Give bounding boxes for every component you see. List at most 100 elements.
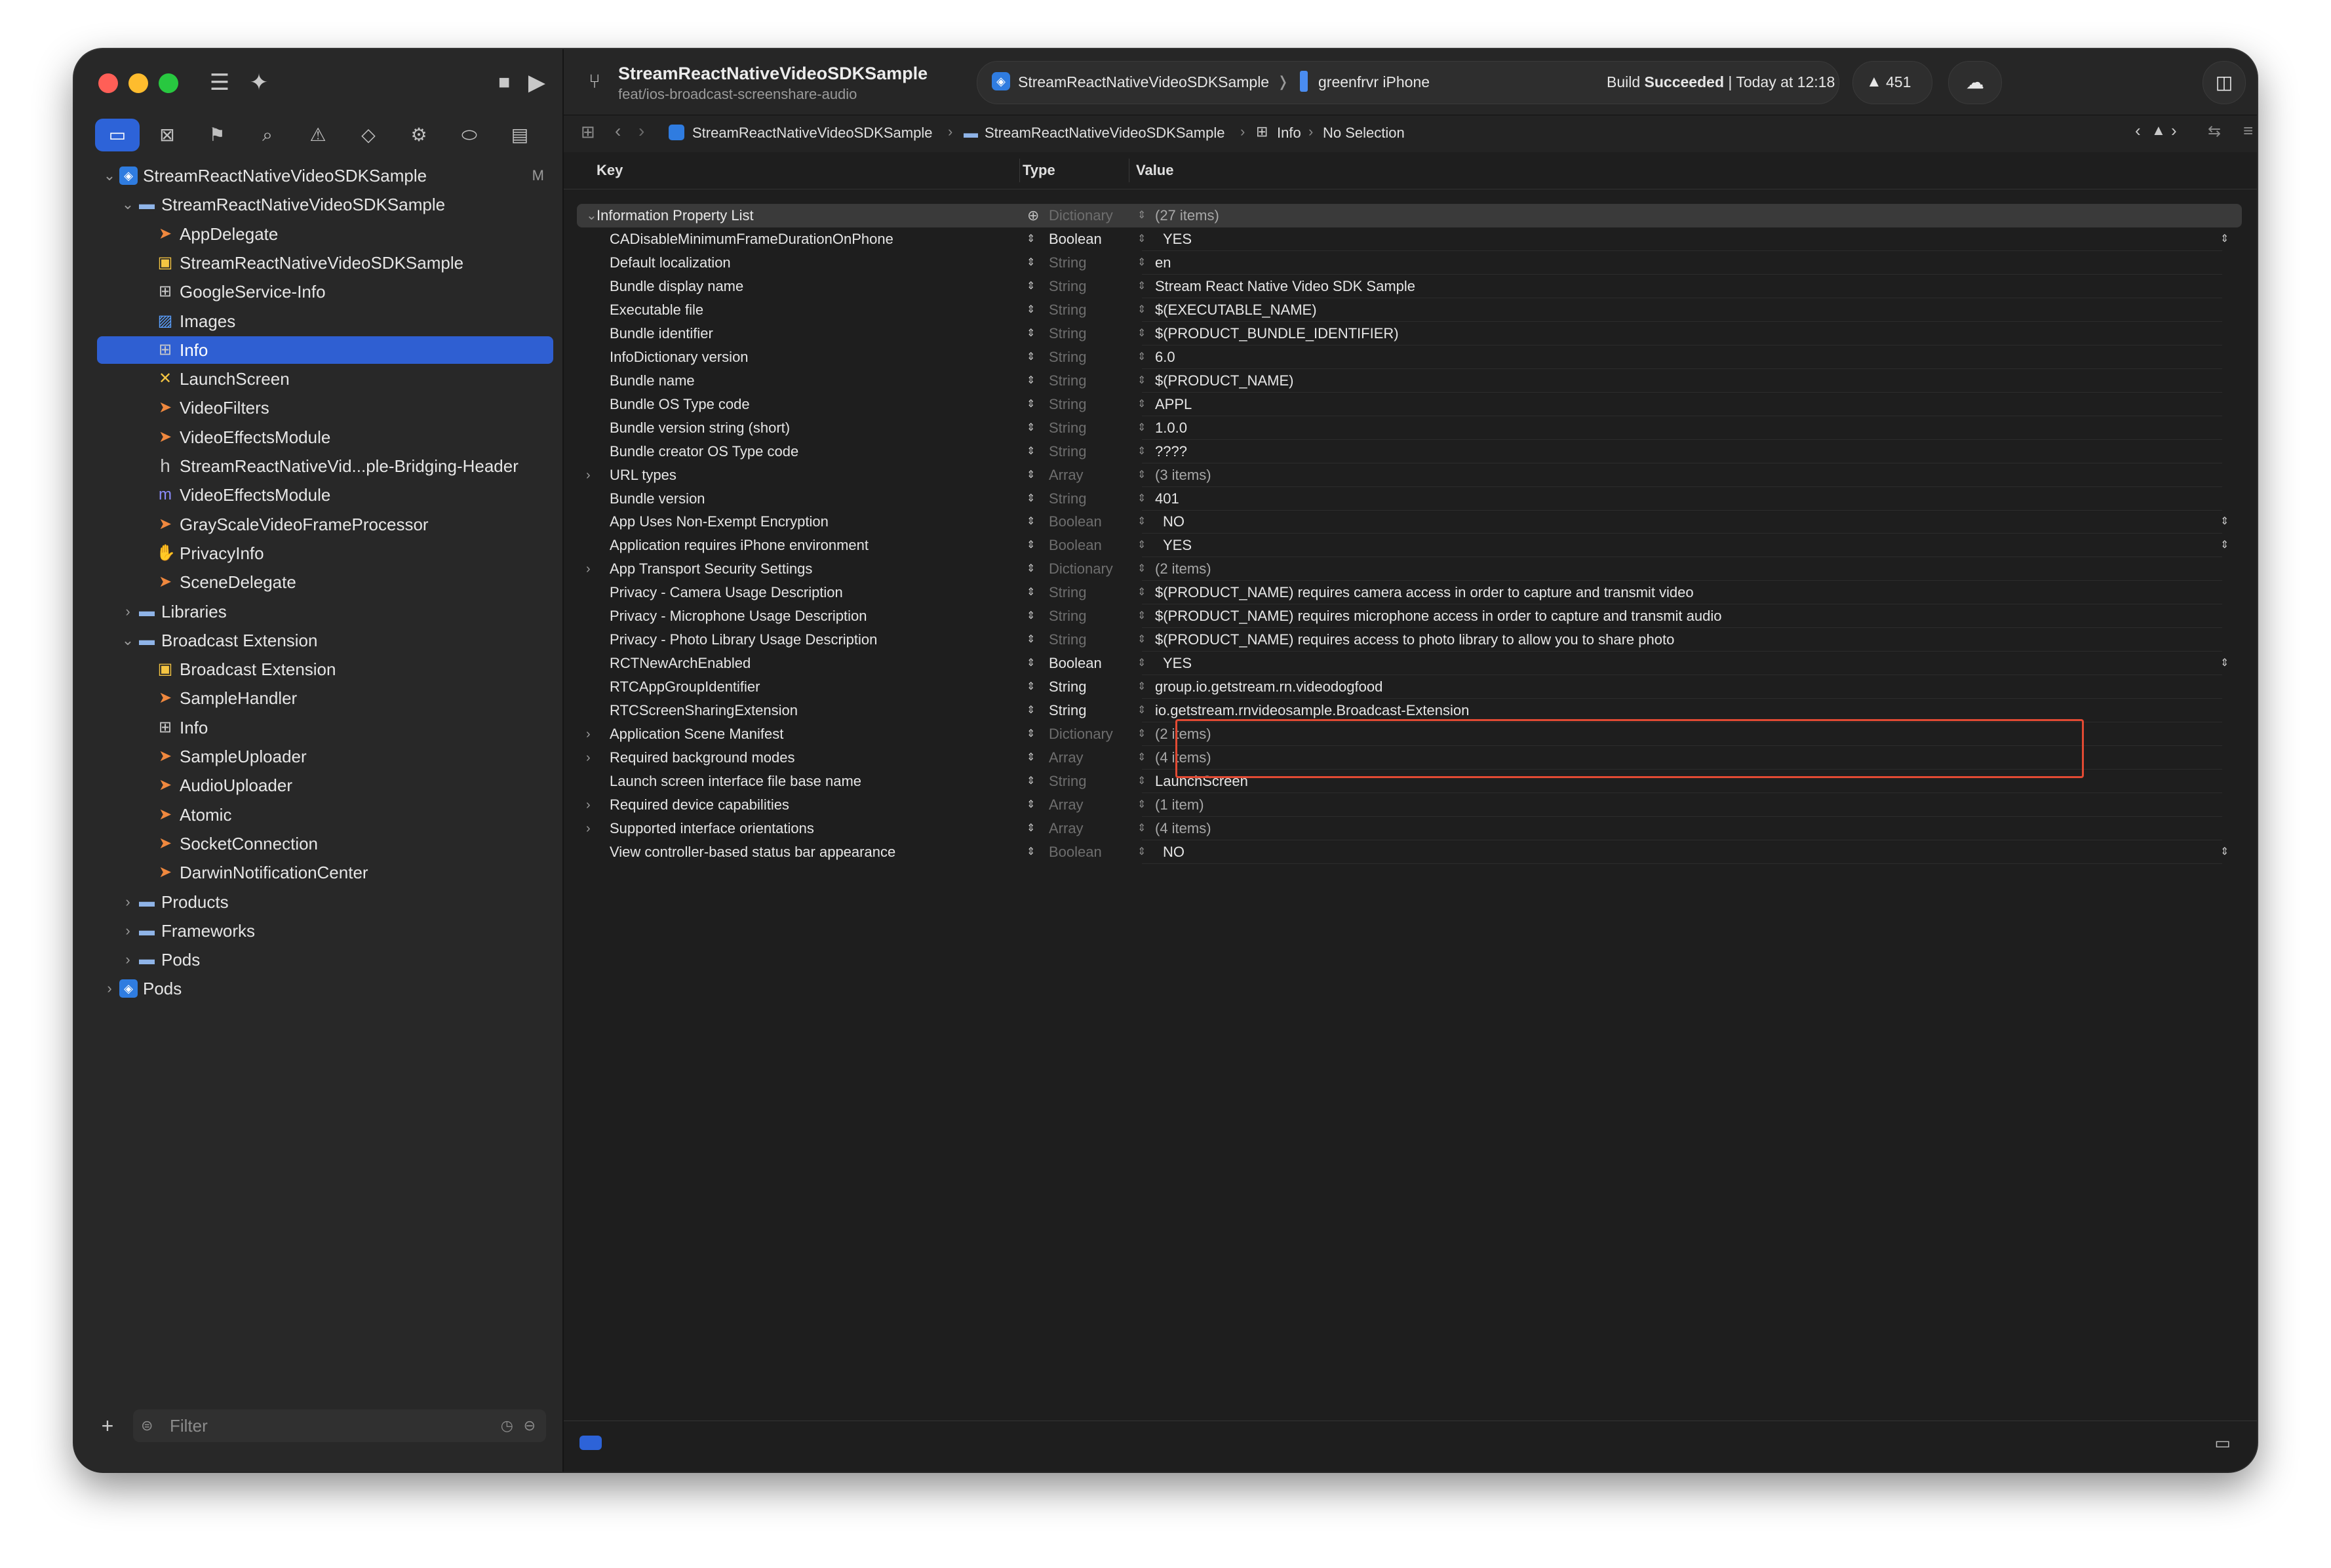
plist-key[interactable]: Application requires iPhone environment [610,534,869,557]
plist-key[interactable]: Bundle OS Type code [610,393,750,416]
breakpoints-tab[interactable]: ⬭ [447,119,492,151]
plist-key[interactable]: RCTNewArchEnabled [610,652,751,675]
plist-type[interactable]: String [1049,345,1086,369]
plist-key[interactable]: Default localization [610,251,731,275]
key-stepper-icon[interactable]: ⇕ [1027,345,1035,369]
plist-row[interactable]: RTCAppGroupIdentifier ⇕ String ⇕ group.io.ge… [577,675,2242,699]
navigator-item[interactable]: ⊞ Info [97,714,553,741]
plist-type[interactable]: String [1049,675,1086,699]
key-stepper-icon[interactable]: ⇕ [1027,487,1035,511]
add-row-icon[interactable]: ⊕ [1027,204,1039,227]
plist-value[interactable]: $(EXECUTABLE_NAME) [1155,298,1317,322]
key-stepper-icon[interactable]: ⇕ [1027,369,1035,393]
issue-warning-icon[interactable]: ▲ [2151,122,2166,139]
breadcrumb-folder[interactable]: StreamReactNativeVideoSDKSample [985,125,1224,142]
navigator-item[interactable]: ⌄ ▬ StreamReactNativeVideoSDKSample [97,191,553,218]
type-stepper-icon[interactable]: ⇕ [1137,416,1146,440]
plist-type[interactable]: Array [1049,793,1084,817]
inspector-toggle-icon[interactable]: ◫ [2203,61,2246,104]
plist-value[interactable]: NO [1163,840,1185,864]
chevron-right-icon[interactable]: › [102,975,117,1002]
key-stepper-icon[interactable]: ⇕ [1027,227,1035,251]
plist-type[interactable]: Boolean [1049,652,1102,675]
plist-key[interactable]: Launch screen interface file base name [610,770,861,793]
plist-type[interactable]: Boolean [1049,510,1102,534]
plist-key[interactable]: Bundle version string (short) [610,416,790,440]
debug-tab[interactable]: ⚙ [397,119,441,151]
plist-key[interactable]: Supported interface orientations [610,817,814,840]
plist-row[interactable]: Bundle version string (short) ⇕ String ⇕ 1.0… [577,416,2242,440]
plist-key[interactable]: Privacy - Photo Library Usage Descriptio… [610,628,877,652]
chevron-right-icon[interactable]: › [121,598,135,625]
filter-input[interactable]: ⊜ Filter ◷ ⊖ [133,1409,546,1442]
plist-row[interactable]: › URL types ⇕ Array ⇕ (3 items) [577,463,2242,487]
next-issue-icon[interactable]: › [2171,121,2177,141]
plist-type[interactable]: String [1049,628,1086,652]
editor-options-icon[interactable]: ≡ [2243,121,2253,141]
navigator-item[interactable]: ▨ Images [97,307,553,335]
key-stepper-icon[interactable]: ⇕ [1027,699,1035,722]
plist-row[interactable]: Default localization ⇕ String ⇕ en [577,251,2242,275]
branch-name[interactable]: feat/ios-broadcast-screenshare-audio [618,86,857,103]
plist-type[interactable]: Boolean [1049,534,1102,557]
key-stepper-icon[interactable]: ⇕ [1027,510,1035,534]
key-stepper-icon[interactable]: ⇕ [1027,557,1035,581]
type-stepper-icon[interactable]: ⇕ [1137,345,1146,369]
plist-value[interactable]: group.io.getstream.rn.videodogfood [1155,675,1382,699]
plist-row[interactable]: RCTNewArchEnabled ⇕ Boolean ⇕ YES ⇕ [577,652,2242,676]
plist-row[interactable]: Bundle name ⇕ String ⇕ $(PRODUCT_NAME) [577,369,2242,393]
plist-value[interactable]: 6.0 [1155,345,1175,369]
plist-value[interactable]: 401 [1155,487,1179,511]
plist-value[interactable]: APPL [1155,393,1192,416]
plist-value[interactable]: YES [1163,652,1192,675]
plist-type[interactable]: String [1049,298,1086,322]
tests-tab[interactable]: ◇ [346,119,391,151]
plist-row[interactable]: › App Transport Security Settings ⇕ Diction… [577,557,2242,581]
find-tab[interactable]: ⌕ [245,119,290,151]
plist-value[interactable]: $(PRODUCT_NAME) requires microphone acce… [1155,604,1721,628]
plist-row[interactable]: › Required device capabilities ⇕ Array ⇕ (1 i… [577,793,2242,817]
breadcrumb-selection[interactable]: No Selection [1323,125,1405,142]
navigator-item[interactable]: ➤ AppDelegate [97,220,553,248]
source-control-filter-icon[interactable]: ⊖ [524,1409,536,1442]
plist-key[interactable]: App Transport Security Settings [610,557,812,581]
plist-type[interactable]: String [1049,487,1086,511]
navigator-item[interactable]: ▣ StreamReactNativeVideoSDKSample [97,249,553,277]
chevron-down-icon[interactable]: ⌄ [586,204,597,227]
chevron-right-icon[interactable]: › [586,746,591,770]
plist-key[interactable]: Required device capabilities [610,793,789,817]
plist-row[interactable]: CADisableMinimumFrameDurationOnPhone ⇕ Boo… [577,227,2242,251]
navigator-item[interactable]: h StreamReactNativeVid...ple-Bridging-Hea… [97,452,553,480]
issues-tab[interactable]: ⚠ [296,119,340,151]
add-icon[interactable]: + [98,1413,117,1439]
key-stepper-icon[interactable]: ⇕ [1027,581,1035,604]
plist-key[interactable]: Bundle identifier [610,322,713,345]
plist-row[interactable]: App Uses Non-Exempt Encryption ⇕ Boolean ⇕ N… [577,510,2242,534]
plist-value[interactable]: $(PRODUCT_NAME) requires camera access i… [1155,581,1694,604]
key-stepper-icon[interactable]: ⇕ [1027,463,1035,487]
plist-key[interactable]: Privacy - Camera Usage Description [610,581,843,604]
type-stepper-icon[interactable]: ⇕ [1137,227,1146,251]
zoom-window-button[interactable] [159,73,178,93]
plist-type[interactable]: String [1049,440,1086,463]
type-stepper-icon[interactable]: ⇕ [1137,534,1146,557]
plist-value[interactable]: $(PRODUCT_NAME) requires access to photo… [1155,628,1674,652]
plist-type[interactable]: Dictionary [1049,557,1113,581]
plist-row[interactable]: Bundle version ⇕ String ⇕ 401 [577,487,2242,511]
type-stepper-icon[interactable]: ⇕ [1137,675,1146,699]
chevron-right-icon[interactable]: › [121,888,135,916]
navigator-item[interactable]: m VideoEffectsModule [97,481,553,509]
related-items-icon[interactable]: ⊞ [581,122,595,142]
navigator-item[interactable]: ⊞ GoogleService-Info [97,278,553,305]
previous-issue-icon[interactable]: ‹ [2135,121,2141,141]
key-stepper-icon[interactable]: ⇕ [1027,628,1035,652]
navigator-item[interactable]: ✋ PrivacyInfo [97,539,553,567]
navigator-item[interactable]: ➤ SceneDelegate [97,568,553,596]
navigator-item[interactable]: ➤ GrayScaleVideoFrameProcessor [97,511,553,538]
plist-type[interactable]: String [1049,416,1086,440]
authors-icon[interactable]: ⇆ [2208,122,2221,141]
plist-row[interactable]: › Supported interface orientations ⇕ Array ⇕… [577,817,2242,840]
key-stepper-icon[interactable]: ⇕ [1027,675,1035,699]
plist-type[interactable]: Array [1049,746,1084,770]
plist-type[interactable]: Array [1049,817,1084,840]
